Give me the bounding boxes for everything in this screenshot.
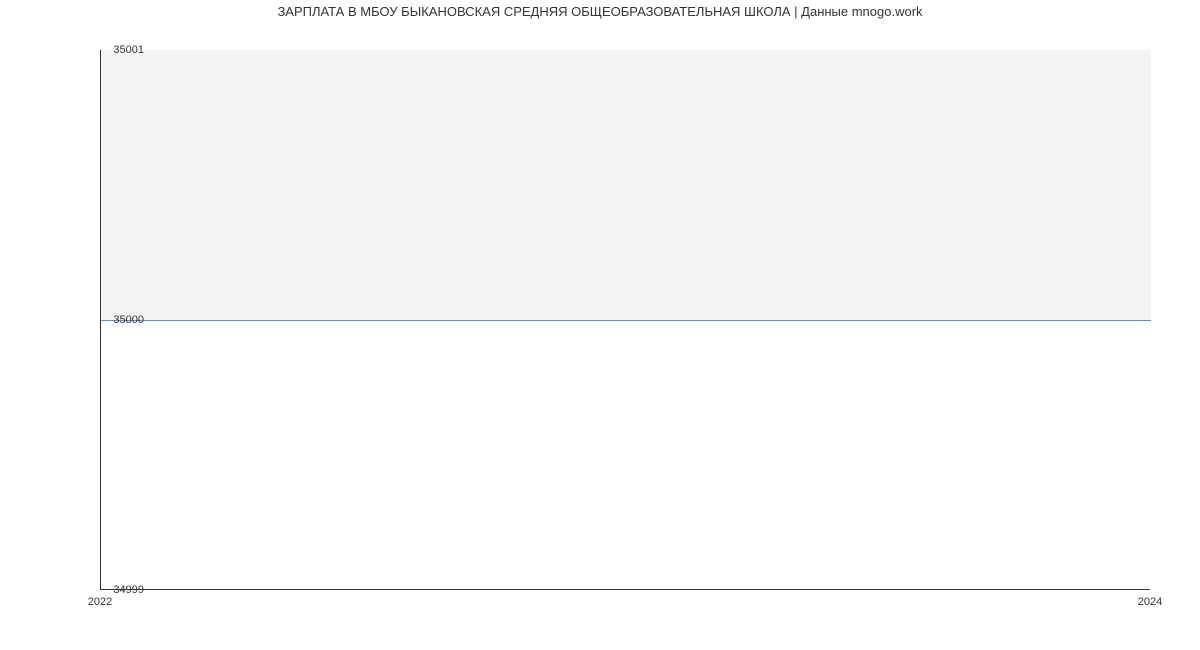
y-tick-label: 35001 [113, 44, 144, 56]
x-tick-label: 2024 [1138, 596, 1162, 608]
chart-title: ЗАРПЛАТА В МБОУ БЫКАНОВСКАЯ СРЕДНЯЯ ОБЩЕ… [0, 0, 1200, 19]
area-fill [101, 50, 1151, 320]
chart-container [100, 50, 1150, 590]
plot-area [100, 50, 1150, 590]
data-line [101, 320, 1151, 321]
y-tick-label: 34999 [113, 584, 144, 596]
x-tick-label: 2022 [88, 596, 112, 608]
y-tick-label: 35000 [113, 314, 144, 326]
